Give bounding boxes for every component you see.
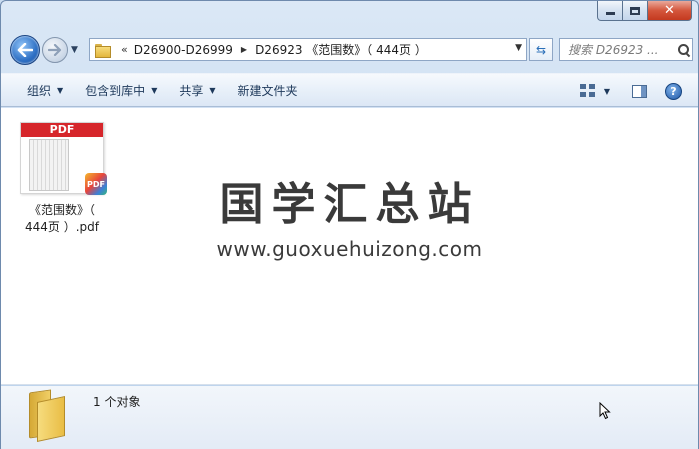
watermark: 国学汇总站 www.guoxuehuizong.com <box>1 179 698 261</box>
search-icon[interactable] <box>676 42 692 58</box>
search-box <box>559 38 693 61</box>
chevron-down-icon: ▼ <box>209 85 216 95</box>
minimize-icon <box>605 12 615 15</box>
chevron-down-icon: ▼ <box>71 45 78 55</box>
chevron-down-icon: ▼ <box>151 85 158 95</box>
refresh-button[interactable]: ⇆ <box>529 38 553 61</box>
breadcrumb-overflow[interactable]: « <box>121 43 128 56</box>
address-bar[interactable]: « D26900-D26999 ▶ D26923 《范围数》（ 444页 ） ▼ <box>89 38 527 61</box>
new-folder-button[interactable]: 新建文件夹 <box>238 82 298 99</box>
include-in-library-label: 包含到库中 <box>85 83 146 98</box>
caption-buttons: ✕ <box>597 1 692 21</box>
watermark-title: 国学汇总站 <box>219 179 480 230</box>
maximize-button[interactable] <box>623 1 648 21</box>
chevron-down-icon: ▼ <box>57 85 64 95</box>
breadcrumb-item-current[interactable]: D26923 《范围数》（ 444页 ） <box>255 41 427 58</box>
back-button[interactable] <box>10 35 40 65</box>
forward-button[interactable] <box>42 37 68 63</box>
minimize-button[interactable] <box>597 1 623 21</box>
recent-pages-button[interactable]: ▼ <box>71 45 83 57</box>
explorer-window: ✕ ▼ « D26900-D26999 ▶ D26923 《范围数》（ 444页… <box>0 0 699 449</box>
close-button[interactable]: ✕ <box>648 1 692 21</box>
back-arrow-icon <box>17 43 33 57</box>
close-icon: ✕ <box>664 3 675 18</box>
file-list[interactable]: PDF PDF 《范围数》（ 444页 ）.pdf 国学汇总站 www.guox… <box>1 108 698 385</box>
pdf-thumb-header: PDF <box>21 123 103 137</box>
share-menu[interactable]: 共享 ▼ <box>179 82 215 99</box>
folder-icon <box>29 389 69 442</box>
search-input[interactable] <box>568 42 676 57</box>
preview-pane-icon[interactable] <box>632 84 647 98</box>
share-label: 共享 <box>179 83 204 98</box>
change-view-icon[interactable] <box>579 84 596 98</box>
breadcrumb-arrow-icon[interactable]: ▶ <box>241 45 247 54</box>
organize-menu[interactable]: 组织 ▼ <box>27 82 63 99</box>
details-pane: 1 个对象 <box>1 386 698 449</box>
folder-icon <box>95 43 111 58</box>
new-folder-label: 新建文件夹 <box>237 83 298 98</box>
organize-label: 组织 <box>27 83 52 98</box>
refresh-icon: ⇆ <box>535 42 547 57</box>
command-bar: 组织 ▼ 包含到库中 ▼ 共享 ▼ 新建文件夹 ▼ ? <box>1 73 698 107</box>
view-options-button[interactable]: ▼ <box>604 87 610 96</box>
maximize-icon <box>630 6 640 15</box>
address-dropdown-icon[interactable]: ▼ <box>515 43 522 53</box>
breadcrumb-item[interactable]: D26900-D26999 <box>134 43 233 57</box>
command-bar-right: ▼ ? <box>579 74 698 108</box>
help-icon[interactable]: ? <box>665 82 682 100</box>
forward-arrow-icon <box>48 44 62 56</box>
navigation-bar: ▼ « D26900-D26999 ▶ D26923 《范围数》（ 444页 ）… <box>7 33 693 67</box>
mouse-cursor-icon <box>599 402 611 420</box>
include-in-library-menu[interactable]: 包含到库中 ▼ <box>85 82 157 99</box>
item-count: 1 个对象 <box>93 395 141 409</box>
watermark-url: www.guoxuehuizong.com <box>216 237 483 261</box>
